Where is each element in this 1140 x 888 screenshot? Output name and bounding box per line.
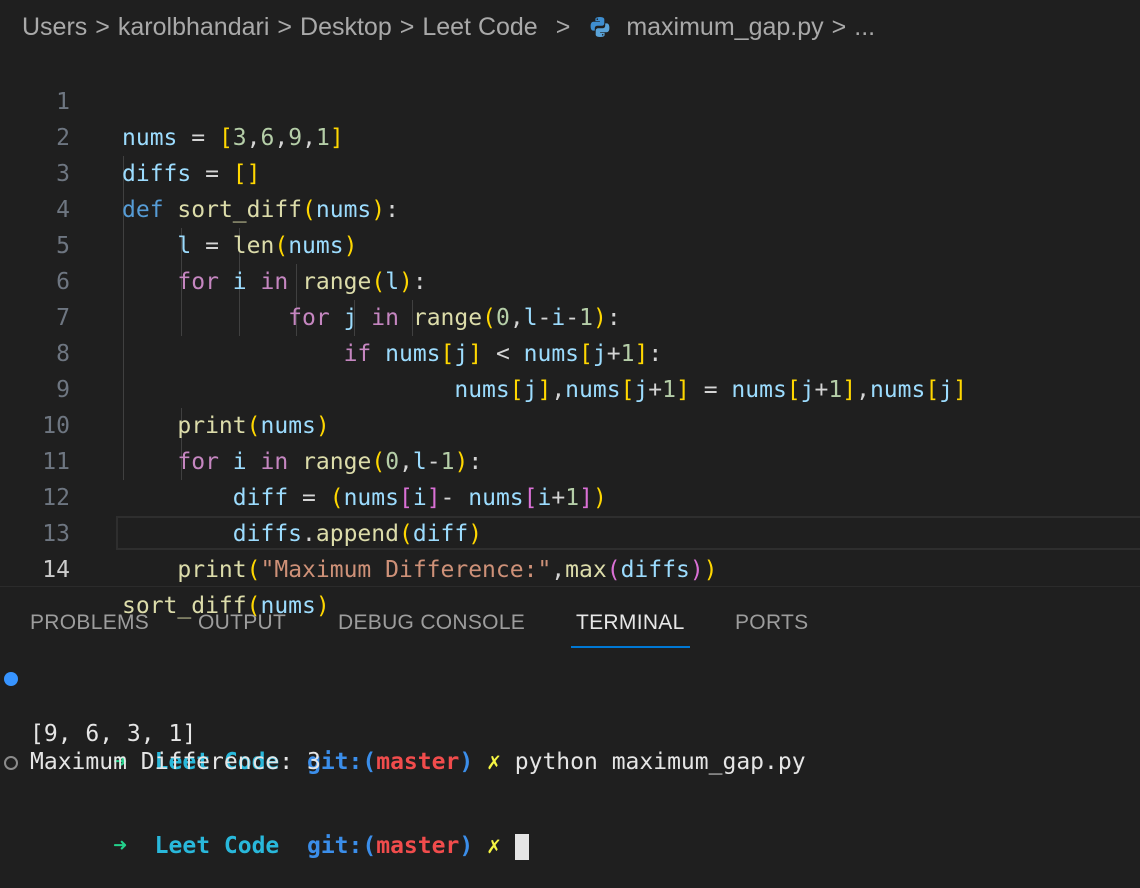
breadcrumb-item-more[interactable]: ... [854, 13, 875, 42]
tab-terminal[interactable]: TERMINAL [571, 600, 690, 648]
terminal-cursor[interactable] [514, 833, 529, 860]
command-pending-decoration[interactable] [4, 756, 18, 770]
breadcrumb-separator: > [831, 12, 847, 41]
breadcrumb-separator: > [95, 12, 110, 41]
code-line[interactable]: 3 def sort_diff(nums): [0, 120, 1140, 223]
breadcrumb-item-user[interactable]: karolbhandari [118, 13, 270, 42]
tab-debug-console[interactable]: DEBUG CONSOLE [338, 600, 525, 646]
code-line[interactable]: 13 print("Maximum Difference:",max(diffs… [0, 480, 1140, 583]
code-line[interactable]: 9 print(nums) [0, 336, 1140, 439]
prompt-arrow-icon: ➜ [113, 833, 127, 859]
dirty-mark-icon: ✗ [487, 833, 501, 859]
terminal-output-line: Maximum Difference: 3 [0, 720, 1140, 775]
prompt-git-suffix: ) [459, 833, 474, 859]
breadcrumb-item-folder[interactable]: Leet Code [422, 13, 537, 42]
code-line[interactable]: 5 for i in range(l): [0, 192, 1140, 295]
code-line[interactable]: 7 if nums[j] < nums[j+1]: [0, 264, 1140, 367]
tab-output[interactable]: OUTPUT [198, 600, 286, 646]
breadcrumb-item-file[interactable]: maximum_gap.py [626, 13, 823, 42]
breadcrumb-separator: > [399, 12, 415, 41]
command-success-decoration[interactable] [4, 672, 18, 686]
terminal-output-line: [9, 6, 3, 1] [0, 692, 1140, 747]
code-text: print("Maximum Difference:",max(diffs)) [177, 557, 718, 583]
panel-tabs: PROBLEMS OUTPUT DEBUG CONSOLE TERMINAL P… [0, 600, 1140, 648]
prompt-git-prefix: git:( [306, 833, 377, 859]
code-line[interactable]: 6 for j in range(0,l-i-1): [0, 228, 1140, 331]
prompt-directory: Leet Code [154, 833, 280, 859]
terminal-command-line: ➜ Leet Code git:(master) ✗ python maximu… [0, 664, 1140, 775]
code-line-active[interactable]: 14 sort_diff(nums) [0, 516, 1140, 619]
tab-ports[interactable]: PORTS [735, 600, 808, 646]
prompt-branch: master [376, 833, 460, 859]
code-line[interactable]: 11 diff = (nums[i]- nums[i+1]) [0, 408, 1140, 511]
terminal-prompt-line: ➜ Leet Code git:(master) ✗ [0, 748, 1140, 860]
tab-problems[interactable]: PROBLEMS [30, 600, 149, 646]
breadcrumb-item-desktop[interactable]: Desktop [300, 13, 392, 42]
python-file-icon [590, 17, 610, 37]
panel-divider [0, 586, 1140, 587]
code-line[interactable]: 1 nums = [3,6,9,1] [0, 48, 1140, 151]
breadcrumb-separator: > [555, 12, 571, 41]
code-line[interactable]: 12 diffs.append(diff) [0, 444, 1140, 547]
breadcrumb-item-users[interactable]: Users [22, 13, 87, 42]
breadcrumb: Users > karolbhandari > Desktop > Leet C… [0, 0, 1140, 54]
code-line[interactable]: 8 nums[j],nums[j+1] = nums[j+1],nums[j] [0, 300, 1140, 403]
line-number: 14 [42, 557, 70, 583]
code-line[interactable]: 4 l = len(nums) [0, 156, 1140, 259]
code-line[interactable]: 2 diffs = [] [0, 84, 1140, 187]
breadcrumb-separator: > [277, 12, 293, 41]
code-editor[interactable]: 1 nums = [3,6,9,1] 2 diffs = [] 3 def so… [0, 48, 1140, 619]
code-line[interactable]: 10 for i in range(0,l-1): [0, 372, 1140, 475]
